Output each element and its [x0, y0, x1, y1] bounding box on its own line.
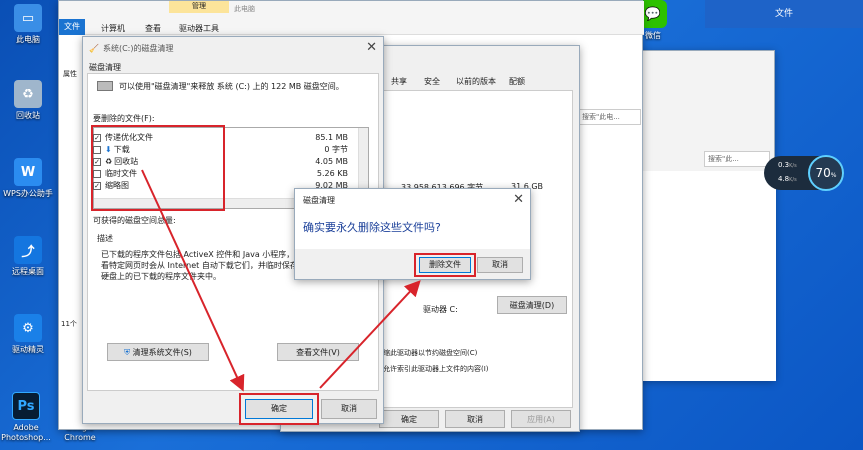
download-speed: 4.8K/s — [778, 175, 797, 183]
arrow-to-delete — [319, 280, 421, 389]
annotation-arrows — [141, 169, 421, 392]
arrow-to-ok — [141, 169, 245, 392]
upload-speed: 0.3K/s — [778, 161, 797, 169]
speed-widget[interactable]: 0.3K/s 4.8K/s 70% — [764, 155, 844, 191]
usage-circle: 70% — [808, 155, 844, 191]
